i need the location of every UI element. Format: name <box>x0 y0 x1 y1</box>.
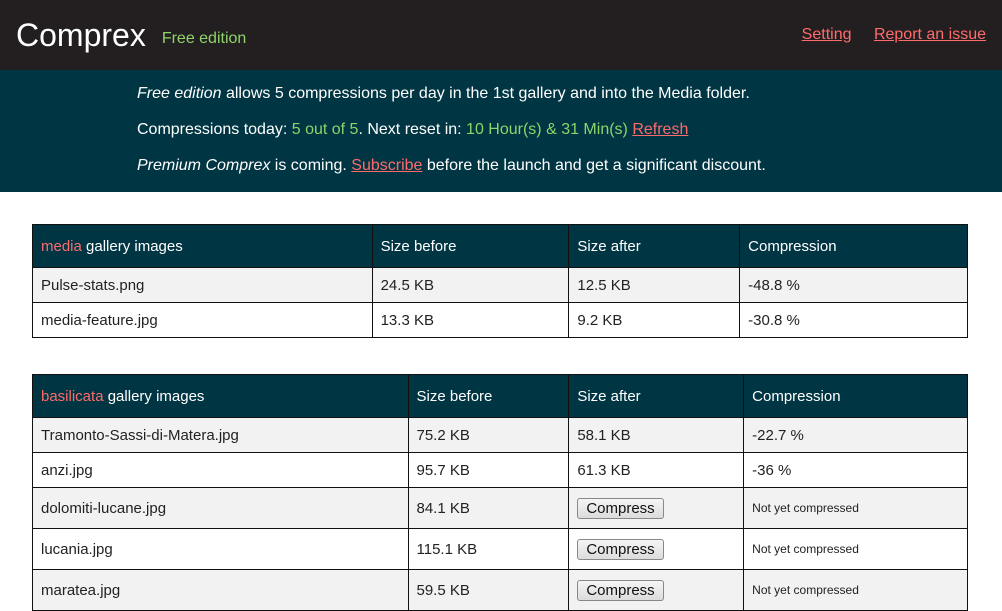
size-before-header: Size before <box>407 374 570 418</box>
subscribe-link[interactable]: Subscribe <box>351 157 422 174</box>
edition-info-text: allows 5 compressions per day in the 1st… <box>221 85 750 102</box>
size-before: 115.1 KB <box>407 528 570 570</box>
gallery-header-suffix: gallery images <box>103 387 205 405</box>
media-gallery-table: media gallery images Size before Size af… <box>32 224 968 338</box>
size-after-header: Size after <box>568 374 745 418</box>
basilicata-gallery-table: basilicata gallery images Size before Si… <box>32 374 968 611</box>
report-issue-link[interactable]: Report an issue <box>874 26 986 43</box>
file-name: lucania.jpg <box>32 528 409 570</box>
size-after-header: Size after <box>568 224 741 268</box>
compression-status: Not yet compressed <box>743 569 968 611</box>
edition-info-em: Free edition <box>137 85 222 102</box>
reset-time: 10 Hour(s) & 31 Min(s) <box>466 121 628 138</box>
table-row: anzi.jpg 95.7 KB 61.3 KB -36 % <box>32 452 968 488</box>
file-name: dolomiti-lucane.jpg <box>32 487 409 529</box>
compress-cell: Compress <box>568 569 745 611</box>
setting-link[interactable]: Setting <box>802 26 852 43</box>
brand: Comprex Free edition <box>16 17 246 54</box>
size-before: 75.2 KB <box>407 417 570 453</box>
file-name: media-feature.jpg <box>32 302 373 338</box>
premium-line: Premium Comprex is coming. Subscribe bef… <box>137 157 1002 175</box>
file-name: Pulse-stats.png <box>32 267 373 303</box>
compression-value: -30.8 % <box>739 302 968 338</box>
compress-cell: Compress <box>568 487 745 529</box>
compression-value: -22.7 % <box>743 417 968 453</box>
file-name: anzi.jpg <box>32 452 409 488</box>
gallery-header-suffix: gallery images <box>81 237 183 255</box>
size-after: 58.1 KB <box>568 417 745 453</box>
compression-status: Not yet compressed <box>743 487 968 529</box>
gallery-name-header: basilicata gallery images <box>32 374 409 418</box>
compression-status: Not yet compressed <box>743 528 968 570</box>
compress-button[interactable]: Compress <box>577 579 664 601</box>
size-before: 84.1 KB <box>407 487 570 529</box>
premium-text: is coming. <box>270 157 352 174</box>
compress-button[interactable]: Compress <box>577 497 664 519</box>
gallery-name: media <box>41 237 82 255</box>
premium-em: Premium Comprex <box>137 157 271 174</box>
compression-header: Compression <box>739 224 968 268</box>
compression-value: -48.8 % <box>739 267 968 303</box>
compression-header: Compression <box>743 374 968 418</box>
compress-cell: Compress <box>568 528 745 570</box>
compress-button[interactable]: Compress <box>577 538 664 560</box>
info-banner: Free edition allows 5 compressions per d… <box>0 70 1002 192</box>
file-name: Tramonto-Sassi-di-Matera.jpg <box>32 417 409 453</box>
compression-value: -36 % <box>743 452 968 488</box>
main-content: media gallery images Size before Size af… <box>0 192 1002 611</box>
edition-label: Free edition <box>161 29 247 47</box>
gallery-name-header: media gallery images <box>32 224 373 268</box>
file-name: maratea.jpg <box>32 569 409 611</box>
size-before-header: Size before <box>371 224 570 268</box>
compressions-label: Compressions today: <box>137 121 292 138</box>
premium-rest: before the launch and get a significant … <box>422 157 766 174</box>
reset-label: . Next reset in: <box>358 121 467 138</box>
size-after: 9.2 KB <box>568 302 741 338</box>
table-row: lucania.jpg 115.1 KB Compress Not yet co… <box>32 528 968 570</box>
top-links: Setting Report an issue <box>784 26 986 44</box>
top-bar: Comprex Free edition Setting Report an i… <box>0 0 1002 70</box>
table-row: media-feature.jpg 13.3 KB 9.2 KB -30.8 % <box>32 302 968 338</box>
size-after: 61.3 KB <box>568 452 745 488</box>
table-row: Tramonto-Sassi-di-Matera.jpg 75.2 KB 58.… <box>32 417 968 453</box>
table-row: dolomiti-lucane.jpg 84.1 KB Compress Not… <box>32 487 968 529</box>
compressions-line: Compressions today: 5 out of 5. Next res… <box>137 121 1002 139</box>
table-header-row: basilicata gallery images Size before Si… <box>32 374 968 418</box>
app-title: Comprex <box>16 16 146 53</box>
size-before: 95.7 KB <box>407 452 570 488</box>
compressions-count: 5 out of 5 <box>291 121 359 138</box>
table-header-row: media gallery images Size before Size af… <box>32 224 968 268</box>
size-before: 24.5 KB <box>371 267 570 303</box>
table-row: Pulse-stats.png 24.5 KB 12.5 KB -48.8 % <box>32 267 968 303</box>
edition-info-line: Free edition allows 5 compressions per d… <box>137 85 1002 103</box>
gallery-name: basilicata <box>41 387 104 405</box>
size-before: 59.5 KB <box>407 569 570 611</box>
size-before: 13.3 KB <box>371 302 570 338</box>
table-row: maratea.jpg 59.5 KB Compress Not yet com… <box>32 569 968 611</box>
refresh-link[interactable]: Refresh <box>632 121 688 138</box>
size-after: 12.5 KB <box>568 267 741 303</box>
